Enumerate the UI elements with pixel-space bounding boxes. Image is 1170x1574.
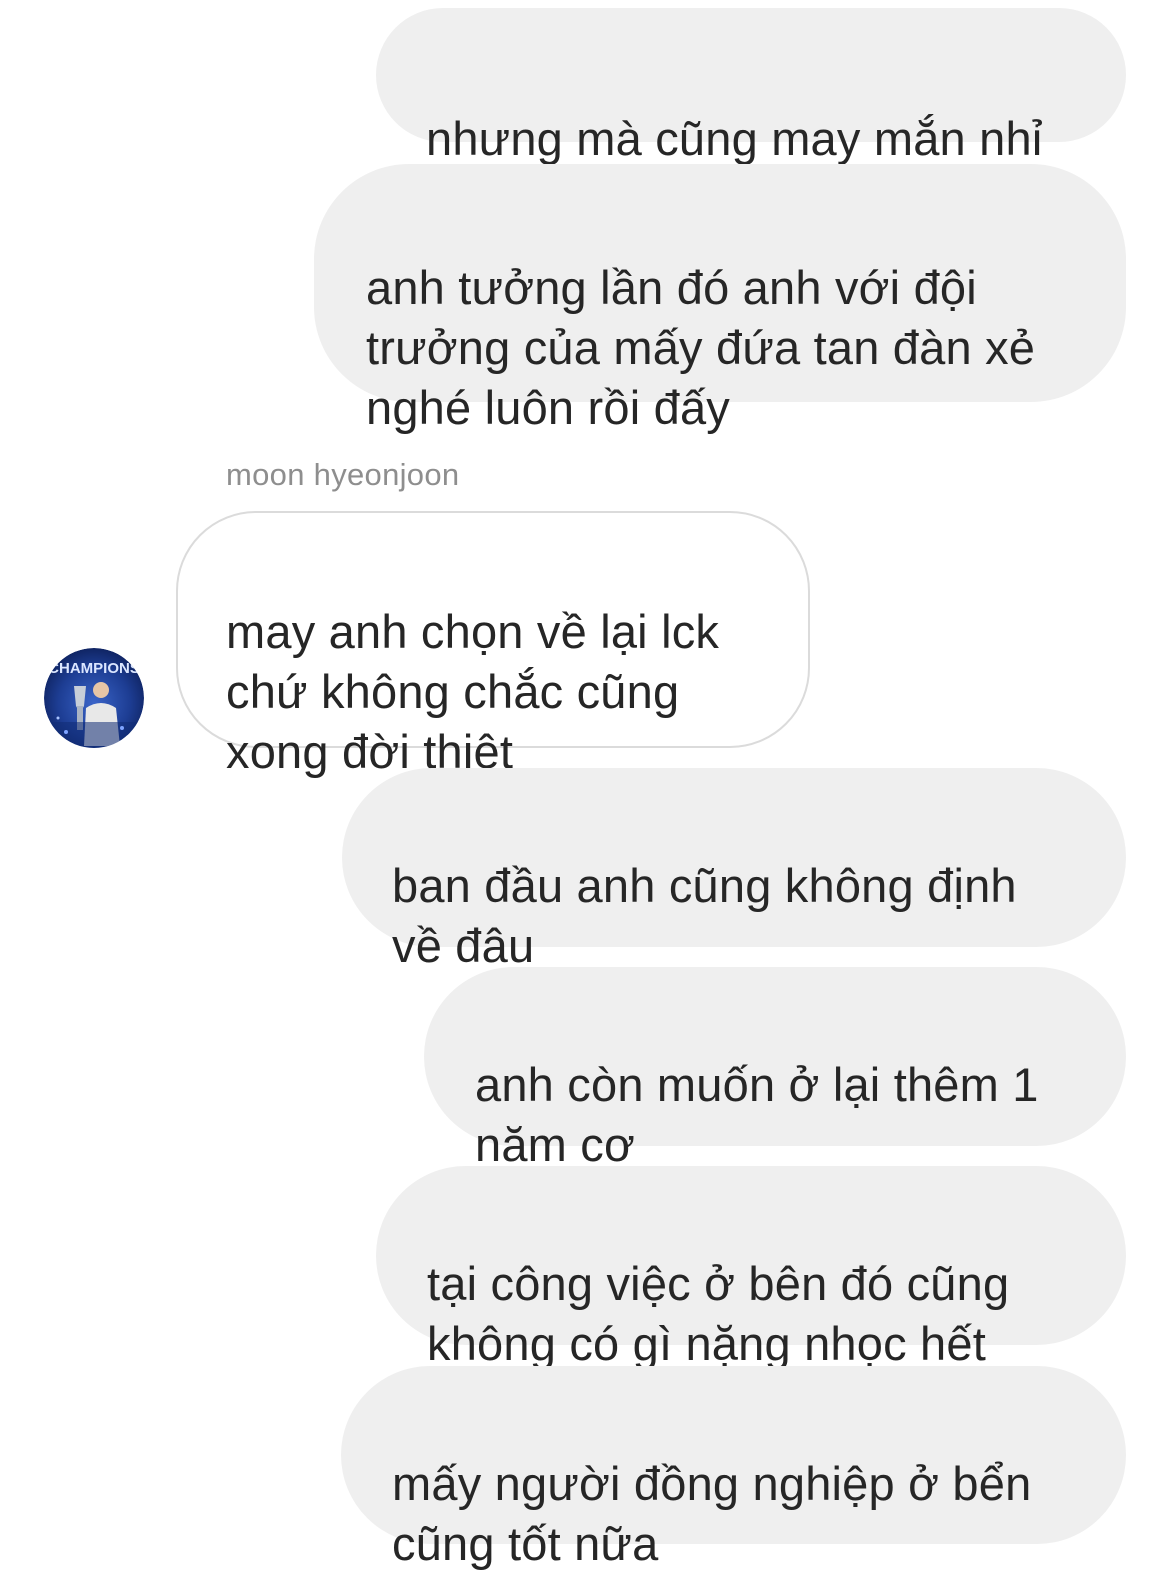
- message-text: ban đầu anh cũng không định về đâu: [392, 859, 1017, 972]
- outgoing-message-bubble[interactable]: ban đầu anh cũng không định về đâu: [342, 768, 1126, 972]
- message-text: nhưng mà cũng may mắn nhỉ: [426, 112, 1043, 165]
- outgoing-message-bubble[interactable]: anh còn muốn ở lại thêm 1 năm cơ: [424, 967, 1126, 1171]
- message-text: anh còn muốn ở lại thêm 1 năm cơ: [475, 1058, 1039, 1171]
- profile-avatar[interactable]: CHAMPIONS: [44, 648, 144, 748]
- message-text: anh tưởng lần đó anh với đội trưởng của …: [366, 261, 1036, 434]
- sender-name: moon hyeonjoon: [226, 457, 460, 492]
- outgoing-message-bubble[interactable]: anh tưởng lần đó anh với đội trưởng của …: [314, 164, 1126, 434]
- outgoing-message-bubble[interactable]: mấy người đồng nghiệp ở bển cũng tốt nữa: [341, 1366, 1126, 1570]
- profile-avatar-icon: CHAMPIONS: [44, 648, 144, 748]
- message-text: may anh chọn về lại lck chứ không chắc c…: [226, 605, 720, 778]
- chat-thread[interactable]: { "thread": { "sender_name": "moon hyeon…: [0, 0, 1170, 1570]
- outgoing-message-bubble[interactable]: tại công việc ở bên đó cũng không có gì …: [376, 1166, 1126, 1370]
- avatar-caption: CHAMPIONS: [48, 660, 140, 677]
- outgoing-message-bubble[interactable]: nhưng mà cũng may mắn nhỉ: [376, 8, 1126, 165]
- message-text: tại công việc ở bên đó cũng không có gì …: [427, 1257, 1010, 1370]
- message-text: mấy người đồng nghiệp ở bển cũng tốt nữa: [392, 1457, 1032, 1570]
- incoming-message-bubble[interactable]: may anh chọn về lại lck chứ không chắc c…: [176, 511, 810, 778]
